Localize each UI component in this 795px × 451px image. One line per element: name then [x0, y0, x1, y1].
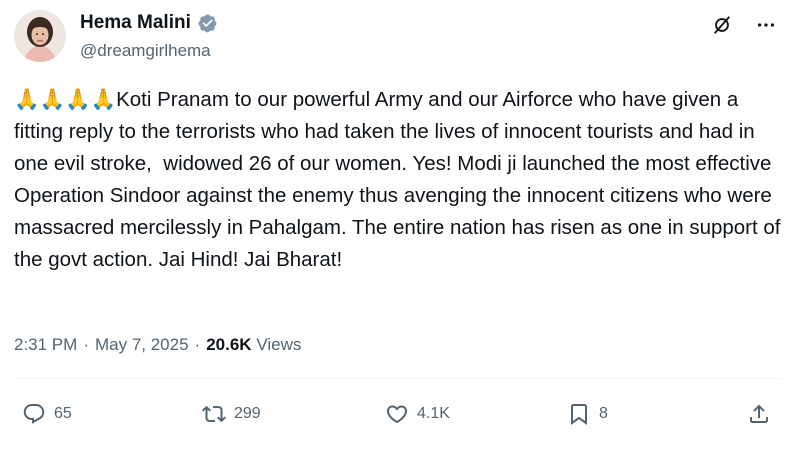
tweet-meta: 2:31 PM · May 7, 2025 · 20.6K Views — [14, 335, 301, 355]
reply-count: 65 — [54, 405, 72, 422]
repost-count: 299 — [234, 405, 261, 422]
meta-separator: · — [83, 335, 89, 354]
tweet-date[interactable]: May 7, 2025 — [95, 335, 189, 355]
tweet-body: Koti Pranam to our powerful Army and our… — [14, 88, 787, 271]
avatar-image — [14, 10, 66, 62]
more-options-icon[interactable] — [755, 14, 777, 41]
folded-hands-emoji: 🙏🙏🙏🙏 — [14, 88, 117, 111]
like-count: 4.1K — [417, 405, 450, 422]
reply-button[interactable]: 65 — [22, 402, 72, 426]
views-label: Views — [256, 335, 302, 354]
tweet-time[interactable]: 2:31 PM — [14, 335, 77, 355]
bookmark-count: 8 — [599, 405, 608, 422]
meta-separator-2: · — [194, 335, 201, 354]
author-name[interactable]: Hema Malini — [80, 12, 191, 34]
repost-icon — [202, 402, 226, 426]
views-count: 20.6K — [206, 335, 252, 354]
share-icon — [747, 402, 771, 426]
bookmark-icon — [567, 402, 591, 426]
like-button[interactable]: 4.1K — [385, 402, 450, 426]
repost-button[interactable]: 299 — [202, 402, 261, 426]
divider — [14, 378, 781, 379]
reply-icon — [22, 402, 46, 426]
tweet-text: 🙏🙏🙏🙏Koti Pranam to our powerful Army and… — [14, 84, 784, 276]
avatar[interactable] — [14, 10, 66, 62]
bookmark-button[interactable]: 8 — [567, 402, 608, 426]
share-button[interactable] — [747, 402, 771, 426]
author-name-row: Hema Malini — [80, 12, 218, 34]
grok-icon[interactable] — [711, 14, 733, 41]
author-handle[interactable]: @dreamgirlhema — [80, 41, 211, 61]
top-actions — [711, 14, 777, 41]
verified-badge-icon — [197, 13, 218, 34]
heart-icon — [385, 402, 409, 426]
action-bar: 65 299 4.1K 8 — [0, 400, 795, 432]
